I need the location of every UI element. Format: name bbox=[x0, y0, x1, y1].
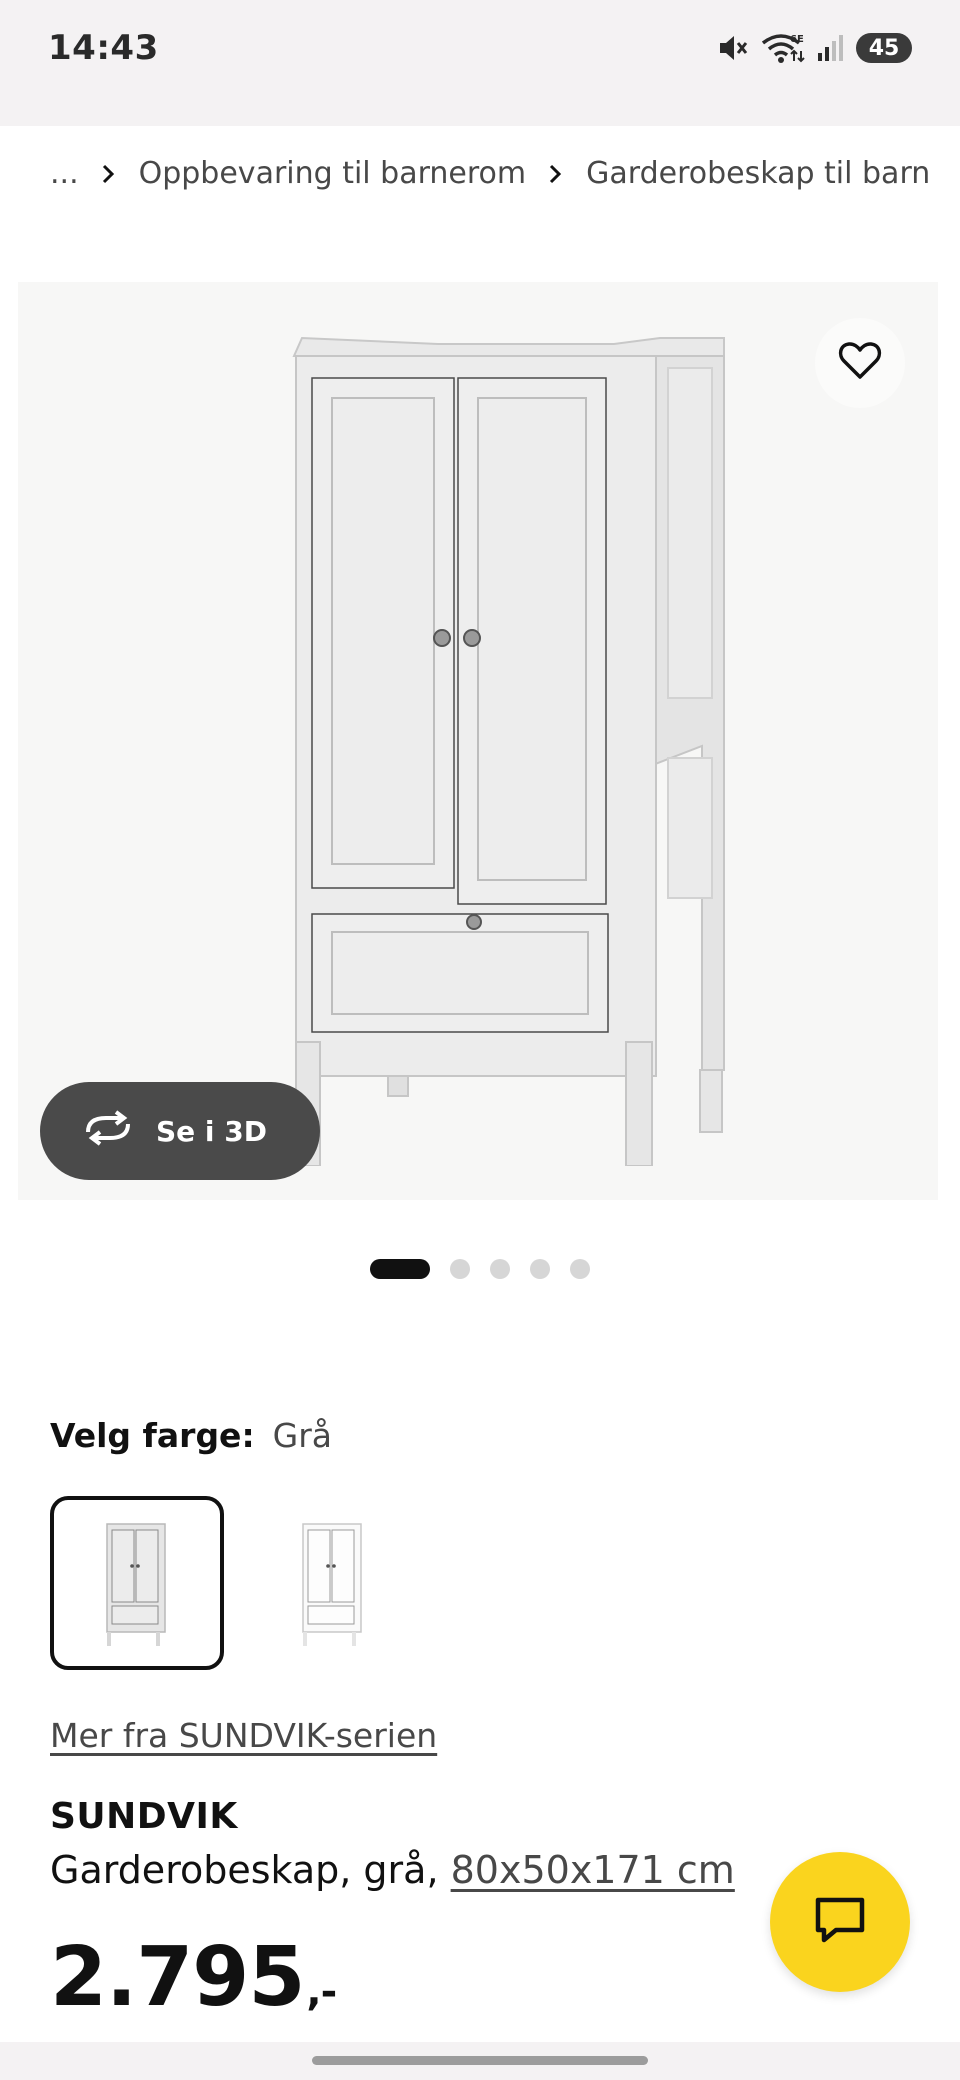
product-dimensions-link[interactable]: 80x50x171 cm bbox=[451, 1848, 735, 1892]
color-label: Velg farge: bbox=[50, 1416, 255, 1455]
product-image-gallery[interactable] bbox=[18, 282, 938, 1200]
price-value: 2.795 bbox=[50, 1930, 305, 2025]
pager-dot[interactable] bbox=[370, 1259, 430, 1279]
signal-icon bbox=[816, 33, 846, 63]
product-description-text: Garderobeskap, grå, bbox=[50, 1848, 451, 1892]
favorite-button[interactable] bbox=[815, 318, 905, 408]
chevron-right-icon bbox=[101, 163, 115, 185]
wifi-6e-icon: 6E bbox=[760, 31, 806, 65]
breadcrumb-item-wardrobes[interactable]: Garderobeskap til barn bbox=[586, 156, 930, 191]
status-bar: 14:43 6E 45 bbox=[0, 0, 960, 92]
breadcrumb-item-storage[interactable]: Oppbevaring til barnerom bbox=[139, 156, 527, 191]
breadcrumb: ... Oppbevaring til barnerom Garderobesk… bbox=[50, 156, 930, 191]
svg-text:6E: 6E bbox=[790, 34, 804, 45]
wardrobe-thumbnail-white bbox=[302, 1523, 362, 1646]
view-in-3d-button[interactable]: Se i 3D bbox=[40, 1082, 320, 1180]
pager-dot[interactable] bbox=[530, 1259, 550, 1279]
status-time: 14:43 bbox=[48, 28, 159, 68]
pager-dot[interactable] bbox=[490, 1259, 510, 1279]
header-band bbox=[0, 92, 960, 126]
series-link[interactable]: Mer fra SUNDVIK-serien bbox=[50, 1716, 437, 1755]
chat-icon bbox=[812, 1894, 868, 1950]
product-name: SUNDVIK bbox=[50, 1796, 238, 1837]
color-swatch-white[interactable] bbox=[246, 1496, 420, 1670]
view-in-3d-label: Se i 3D bbox=[156, 1114, 267, 1148]
price-suffix: ,- bbox=[306, 1969, 337, 2015]
home-indicator[interactable] bbox=[312, 2056, 648, 2065]
pager-dot[interactable] bbox=[570, 1259, 590, 1279]
chevron-right-icon bbox=[548, 163, 562, 185]
battery-indicator: 45 bbox=[856, 33, 912, 63]
pager-dot[interactable] bbox=[450, 1259, 470, 1279]
gallery-pager bbox=[370, 1259, 590, 1279]
color-swatch-gray[interactable] bbox=[50, 1496, 224, 1670]
status-icons: 6E 45 bbox=[716, 26, 912, 70]
product-price: 2.795 ,- bbox=[50, 1930, 337, 2025]
wardrobe-thumbnail-gray bbox=[106, 1523, 166, 1646]
mute-icon bbox=[716, 31, 750, 65]
product-image bbox=[288, 326, 748, 1170]
rotate-3d-icon bbox=[82, 1109, 134, 1153]
product-description: Garderobeskap, grå, 80x50x171 cm bbox=[50, 1848, 735, 1892]
chat-button[interactable] bbox=[770, 1852, 910, 1992]
color-selected-value: Grå bbox=[272, 1416, 333, 1455]
color-selector-header: Velg farge: Grå bbox=[50, 1416, 332, 1455]
heart-icon bbox=[838, 341, 882, 385]
breadcrumb-ellipsis[interactable]: ... bbox=[50, 156, 79, 191]
